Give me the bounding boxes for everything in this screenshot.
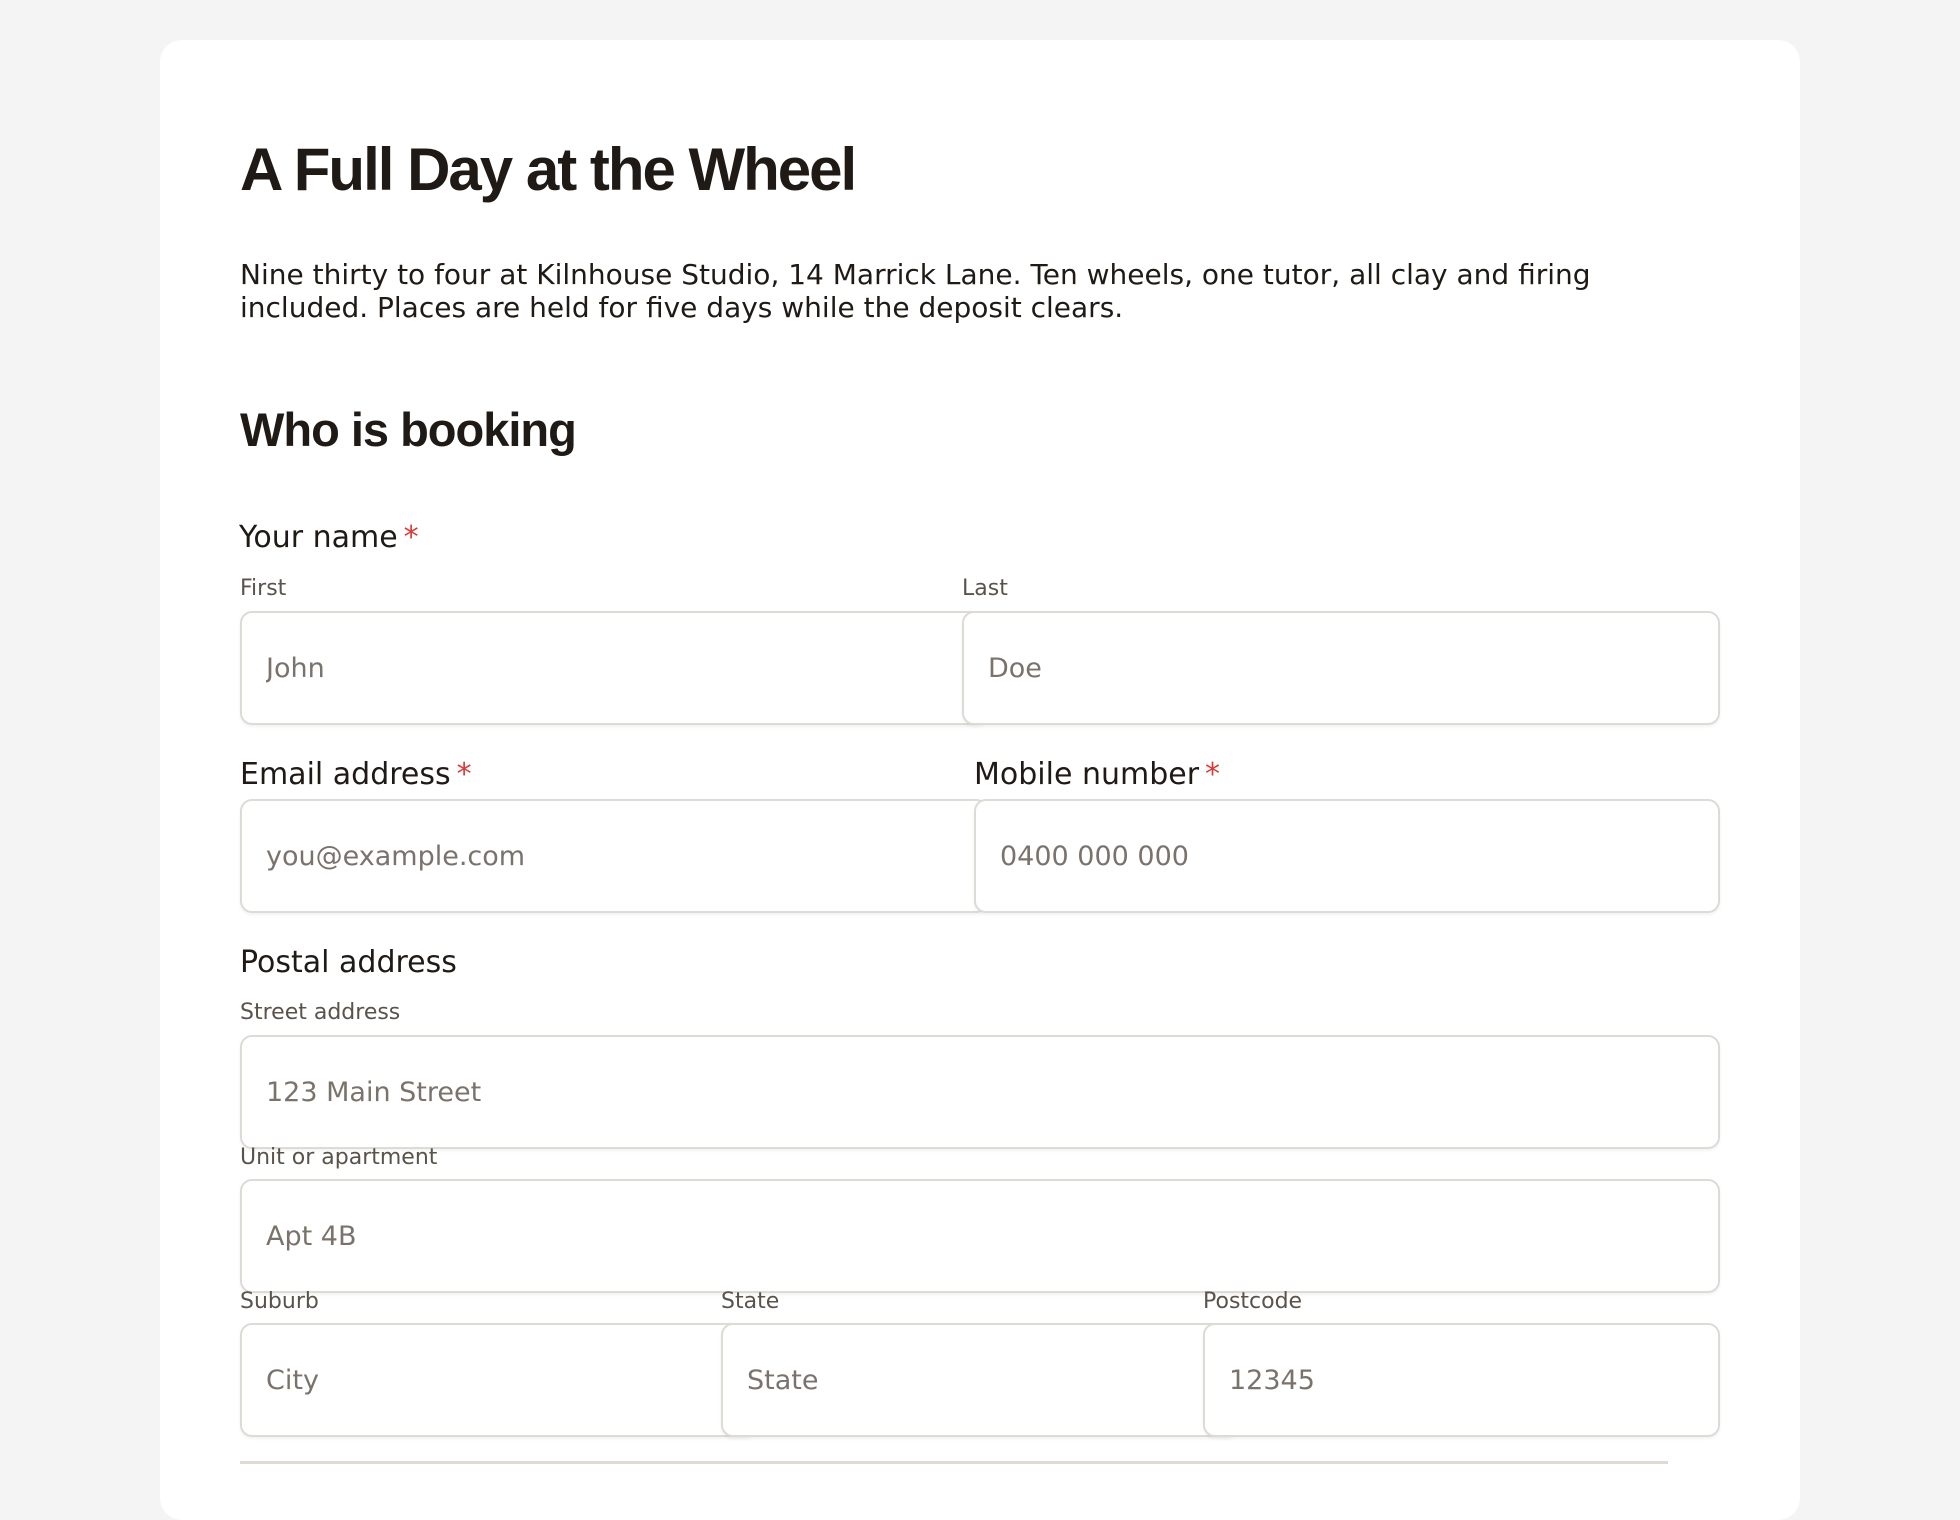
name-label-text: Your name <box>239 520 398 555</box>
required-marker: * <box>1205 757 1221 792</box>
email-label: Email address * <box>240 755 472 795</box>
mobile-input[interactable] <box>974 799 1720 913</box>
last-name-input[interactable] <box>962 611 1720 725</box>
suburb-input[interactable] <box>240 1323 758 1437</box>
page-title: A Full Day at the Wheel <box>240 136 857 203</box>
postcode-input[interactable] <box>1203 1323 1720 1437</box>
first-name-label: First <box>240 576 287 601</box>
postal-address-label: Postal address <box>240 945 457 980</box>
street-address-label: Street address <box>240 1000 401 1025</box>
postcode-label: Postcode <box>1203 1289 1303 1314</box>
required-marker: * <box>456 757 472 792</box>
suburb-label: Suburb <box>240 1289 319 1314</box>
intro-text: Nine thirty to four at Kilnhouse Studio,… <box>240 258 1591 324</box>
unit-label: Unit or apartment <box>240 1145 438 1170</box>
section-divider <box>240 1461 1668 1464</box>
unit-input[interactable] <box>240 1179 1720 1293</box>
state-input[interactable] <box>721 1323 1239 1437</box>
state-label: State <box>721 1289 780 1314</box>
section-title: Who is booking <box>240 403 577 456</box>
email-input[interactable] <box>240 799 988 913</box>
street-address-input[interactable] <box>240 1035 1720 1149</box>
name-group-label: Your name * <box>239 518 419 558</box>
first-name-input[interactable] <box>240 611 988 725</box>
mobile-label: Mobile number * <box>974 755 1220 795</box>
mobile-label-text: Mobile number <box>974 757 1200 792</box>
email-label-text: Email address <box>240 757 451 792</box>
required-marker: * <box>403 520 419 555</box>
last-name-label: Last <box>962 576 1008 601</box>
